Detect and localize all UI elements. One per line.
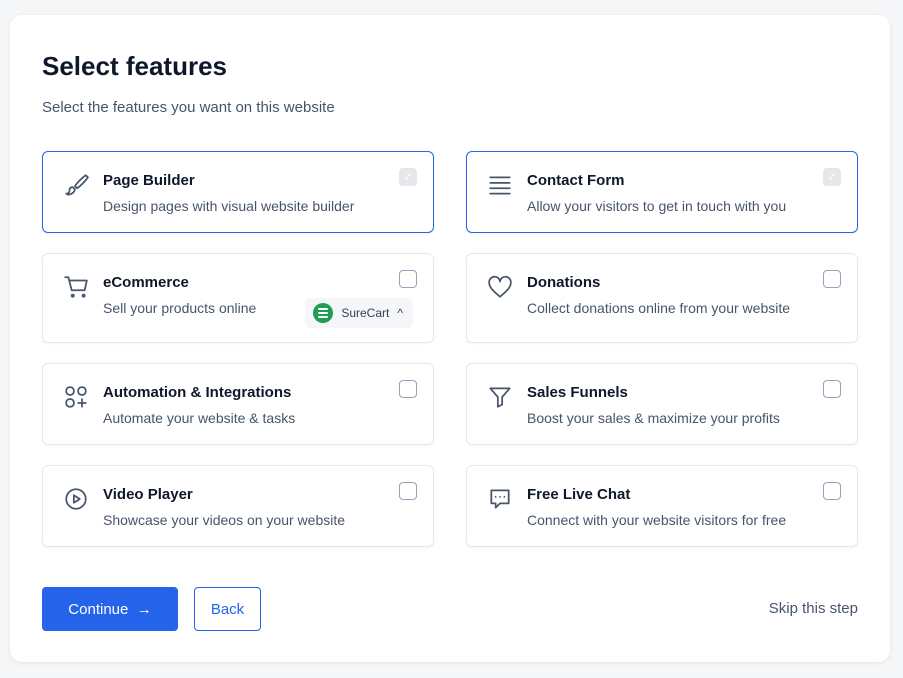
feature-desc: Boost your sales & maximize your profits bbox=[527, 410, 780, 426]
feature-checkbox[interactable] bbox=[399, 482, 417, 500]
feature-desc: Collect donations online from your websi… bbox=[527, 300, 790, 316]
feature-desc: Automate your website & tasks bbox=[103, 410, 295, 426]
feature-checkbox[interactable]: ✓ bbox=[823, 168, 841, 186]
continue-button[interactable]: Continue → bbox=[42, 587, 178, 631]
feature-title: Sales Funnels bbox=[527, 384, 628, 401]
feature-card-ecommerce[interactable]: eCommerce Sell your products online Sure… bbox=[42, 253, 434, 343]
feature-checkbox[interactable] bbox=[399, 270, 417, 288]
feature-title: eCommerce bbox=[103, 274, 189, 291]
feature-title: Page Builder bbox=[103, 172, 195, 189]
feature-card-donations[interactable]: Donations Collect donations online from … bbox=[466, 253, 858, 343]
feature-desc: Sell your products online bbox=[103, 300, 256, 316]
arrow-right-icon: → bbox=[137, 601, 152, 618]
feature-title: Video Player bbox=[103, 486, 193, 503]
play-circle-icon bbox=[63, 486, 89, 512]
feature-desc: Connect with your website visitors for f… bbox=[527, 512, 786, 528]
feature-checkbox[interactable] bbox=[823, 380, 841, 398]
skip-step-link[interactable]: Skip this step bbox=[769, 600, 858, 617]
feature-card-automation[interactable]: Automation & Integrations Automate your … bbox=[42, 363, 434, 445]
feature-card-live-chat[interactable]: Free Live Chat Connect with your website… bbox=[466, 465, 858, 547]
surecart-logo-icon bbox=[313, 303, 333, 323]
feature-checkbox[interactable]: ✓ bbox=[399, 168, 417, 186]
feature-desc: Allow your visitors to get in touch with… bbox=[527, 198, 786, 214]
feature-title: Free Live Chat bbox=[527, 486, 630, 503]
apps-plus-icon bbox=[63, 384, 89, 410]
feature-card-sales-funnels[interactable]: Sales Funnels Boost your sales & maximiz… bbox=[466, 363, 858, 445]
feature-card-video-player[interactable]: Video Player Showcase your videos on you… bbox=[42, 465, 434, 547]
feature-checkbox[interactable] bbox=[823, 482, 841, 500]
funnel-icon bbox=[487, 384, 513, 410]
feature-desc: Design pages with visual website builder bbox=[103, 198, 354, 214]
back-button[interactable]: Back bbox=[194, 587, 261, 631]
continue-label: Continue bbox=[68, 601, 128, 618]
feature-desc: Showcase your videos on your website bbox=[103, 512, 345, 528]
heart-icon bbox=[487, 274, 513, 300]
feature-card-contact-form[interactable]: Contact Form Allow your visitors to get … bbox=[466, 151, 858, 233]
feature-title: Contact Form bbox=[527, 172, 625, 189]
form-lines-icon bbox=[487, 172, 513, 198]
chevron-up-icon: ^ bbox=[397, 306, 403, 320]
feature-title: Automation & Integrations bbox=[103, 384, 291, 401]
feature-checkbox[interactable] bbox=[823, 270, 841, 288]
setup-panel: Select features Select the features you … bbox=[10, 15, 890, 662]
feature-title: Donations bbox=[527, 274, 600, 291]
surecart-label: SureCart bbox=[341, 306, 389, 320]
feature-checkbox[interactable] bbox=[399, 380, 417, 398]
cart-icon bbox=[63, 274, 89, 300]
page-title: Select features bbox=[42, 51, 227, 82]
chat-icon bbox=[487, 486, 513, 512]
page-subtitle: Select the features you want on this web… bbox=[42, 99, 335, 116]
paintbrush-icon bbox=[63, 172, 89, 198]
surecart-dropdown[interactable]: SureCart ^ bbox=[305, 298, 413, 328]
feature-card-page-builder[interactable]: Page Builder Design pages with visual we… bbox=[42, 151, 434, 233]
